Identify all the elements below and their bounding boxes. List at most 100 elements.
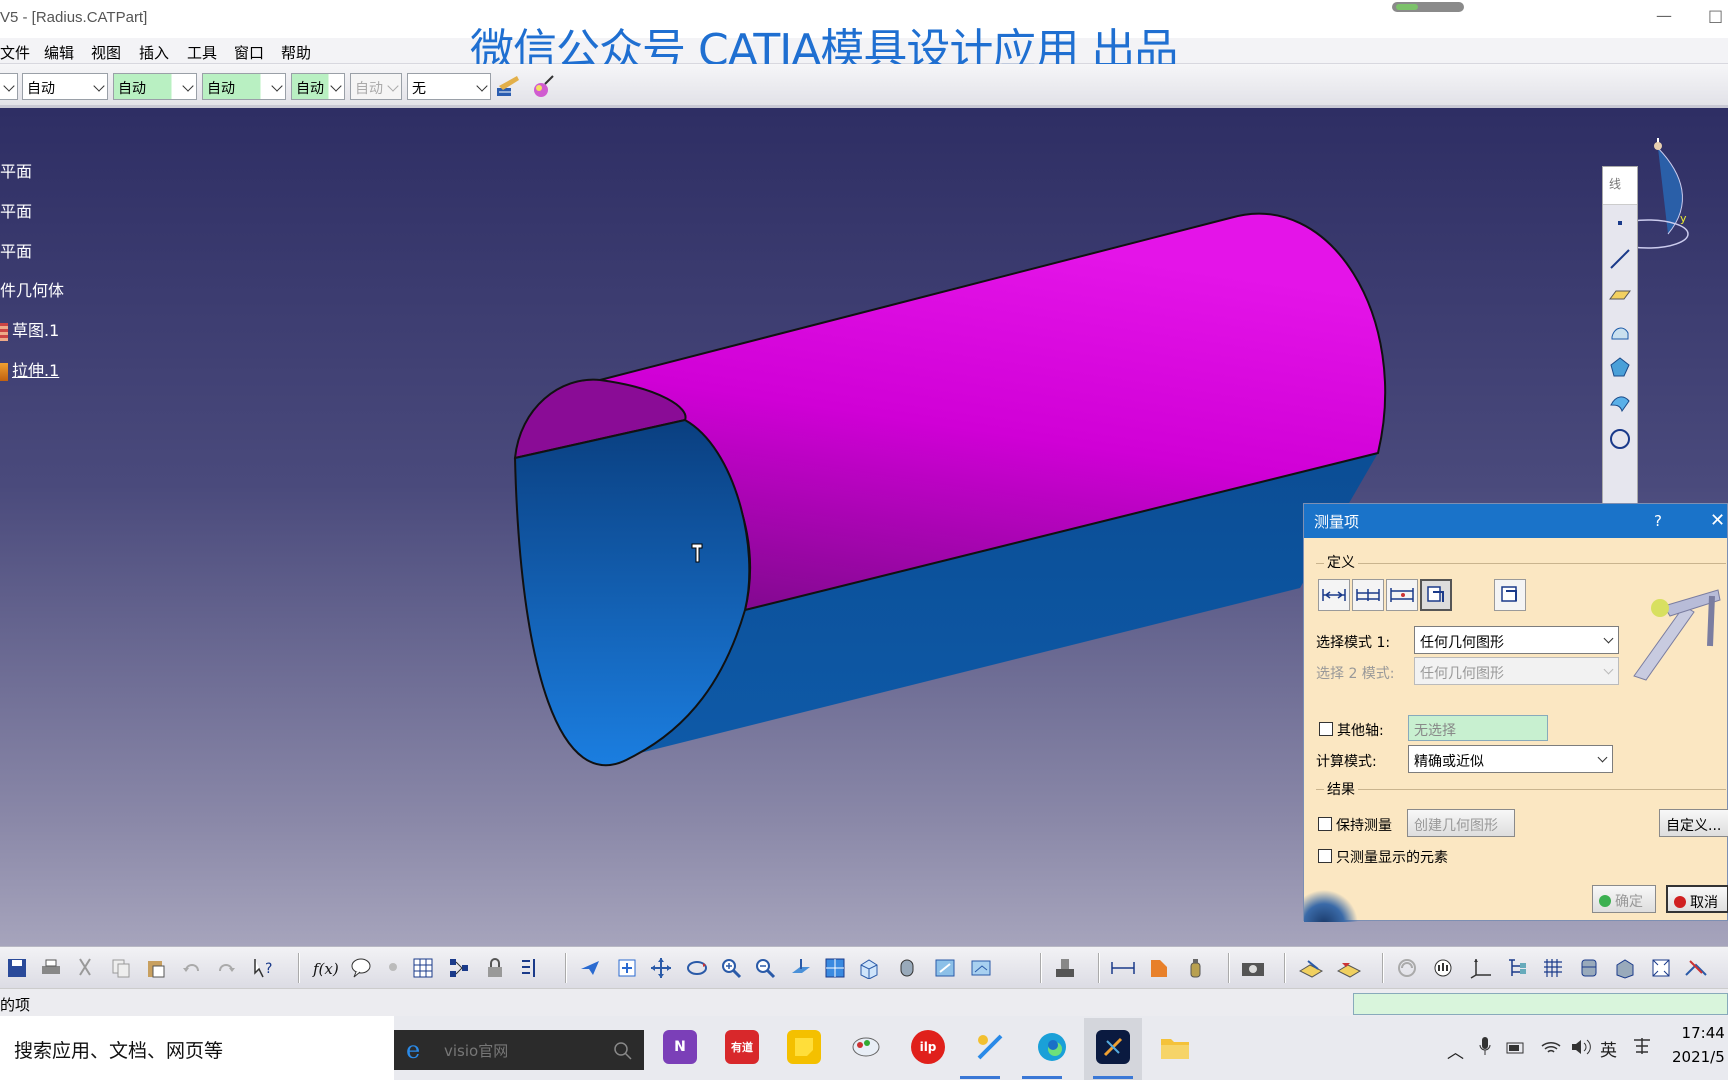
- stamp-icon[interactable]: [1052, 955, 1078, 981]
- zoom-out-icon[interactable]: [752, 955, 778, 981]
- sticky-notes-icon[interactable]: [787, 1030, 821, 1064]
- minimize-button[interactable]: —: [1656, 6, 1672, 25]
- combo-line-type[interactable]: 自动: [291, 73, 345, 100]
- input-method-icon[interactable]: [1632, 1036, 1652, 1056]
- system-clock[interactable]: 17:44 2021/5: [1672, 1024, 1725, 1066]
- paint-icon[interactable]: [849, 1030, 883, 1064]
- render-style-icon[interactable]: [894, 955, 920, 981]
- capture-icon[interactable]: [1240, 955, 1266, 981]
- other-axis-checkbox[interactable]: [1319, 722, 1333, 736]
- select-mode-1-dropdown[interactable]: 任何几何图形: [1414, 626, 1619, 654]
- menu-insert[interactable]: 插入: [139, 42, 169, 63]
- taskbar-search[interactable]: 搜索应用、文档、网页等: [0, 1016, 394, 1080]
- point-tool-icon[interactable]: [1603, 205, 1637, 241]
- whats-this-icon[interactable]: ?: [252, 955, 278, 981]
- measure-between-icon[interactable]: [1110, 955, 1136, 981]
- work-on-support-icon[interactable]: [1576, 955, 1602, 981]
- youdao-icon[interactable]: 有道: [725, 1030, 759, 1064]
- measure-thickness-button[interactable]: [1494, 579, 1526, 611]
- swap-space-icon[interactable]: [968, 955, 994, 981]
- fill-surface-icon[interactable]: [1603, 349, 1637, 385]
- iso-view-icon[interactable]: [856, 955, 882, 981]
- menu-edit[interactable]: 编辑: [44, 42, 74, 63]
- measure-inertia-icon[interactable]: [1182, 955, 1208, 981]
- combo-color[interactable]: 自动: [22, 73, 108, 100]
- combo-line-weight[interactable]: 自动: [202, 73, 286, 100]
- keep-measure-checkbox[interactable]: [1318, 817, 1332, 831]
- combo-partial[interactable]: [0, 73, 18, 100]
- sketcher-icon[interactable]: [1298, 955, 1324, 981]
- multi-view-icon[interactable]: [822, 955, 848, 981]
- relations-icon[interactable]: [446, 955, 472, 981]
- other-axis-field[interactable]: 无选择: [1408, 715, 1548, 741]
- snap-icon[interactable]: [1684, 955, 1710, 981]
- iqiyi-icon[interactable]: ilp: [911, 1030, 945, 1064]
- measure-between-button[interactable]: [1318, 579, 1350, 611]
- formula-icon[interactable]: f(x): [312, 955, 338, 981]
- graphic-properties-icon[interactable]: [531, 74, 557, 100]
- measure-fan-button[interactable]: [1386, 579, 1418, 611]
- zoom-in-icon[interactable]: [718, 955, 744, 981]
- onenote-icon[interactable]: N: [663, 1030, 697, 1064]
- normal-view-icon[interactable]: [788, 955, 814, 981]
- positioned-sketch-icon[interactable]: [1336, 955, 1362, 981]
- close-button[interactable]: ✕: [1710, 510, 1725, 531]
- combo-layer[interactable]: 无: [407, 73, 491, 100]
- menu-tools[interactable]: 工具: [187, 42, 217, 63]
- paste-icon[interactable]: [143, 955, 169, 981]
- command-input[interactable]: [1353, 993, 1728, 1015]
- print-icon[interactable]: [38, 955, 64, 981]
- microphone-icon[interactable]: [1478, 1036, 1492, 1058]
- copy-icon[interactable]: [108, 955, 134, 981]
- comment-icon[interactable]: [348, 955, 374, 981]
- rules-icon[interactable]: [518, 955, 544, 981]
- menu-window[interactable]: 窗口: [234, 42, 264, 63]
- measure-item-button[interactable]: [1420, 579, 1452, 611]
- menu-view[interactable]: 视图: [91, 42, 121, 63]
- file-explorer-icon[interactable]: [1158, 1030, 1192, 1064]
- cancel-button[interactable]: 取消: [1666, 885, 1728, 913]
- calc-mode-dropdown[interactable]: 精确或近似: [1408, 745, 1613, 773]
- fly-mode-icon[interactable]: [578, 955, 604, 981]
- tool-app-icon[interactable]: [973, 1030, 1007, 1064]
- painter-icon[interactable]: [495, 74, 521, 100]
- measure-item-icon[interactable]: [1146, 955, 1172, 981]
- offset-surface-icon[interactable]: [1603, 385, 1637, 421]
- grid-icon[interactable]: [1540, 955, 1566, 981]
- tray-expand-icon[interactable]: ︿: [1447, 1038, 1464, 1063]
- only-displayed-checkbox[interactable]: [1318, 849, 1332, 863]
- catia-icon[interactable]: [1096, 1030, 1130, 1064]
- maximize-button[interactable]: □: [1708, 6, 1723, 25]
- spec-tree-icon[interactable]: [1504, 955, 1530, 981]
- measure-chain-button[interactable]: [1352, 579, 1384, 611]
- hide-show-icon[interactable]: [932, 955, 958, 981]
- save-icon[interactable]: [4, 955, 30, 981]
- toolbar-grip[interactable]: 线: [1603, 167, 1637, 205]
- plane-tool-icon[interactable]: [1603, 277, 1637, 313]
- wifi-icon[interactable]: [1540, 1038, 1562, 1056]
- undo-icon[interactable]: [178, 955, 204, 981]
- volume-icon[interactable]: [1570, 1038, 1594, 1056]
- battery-icon[interactable]: [1506, 1040, 1526, 1056]
- ie-address-widget[interactable]: e visio官网: [394, 1030, 644, 1070]
- circle-tool-icon[interactable]: [1603, 421, 1637, 457]
- ime-indicator[interactable]: 英: [1600, 1036, 1617, 1061]
- customize-button[interactable]: 自定义...: [1659, 809, 1728, 837]
- axis-system-icon[interactable]: [1468, 955, 1494, 981]
- table-icon[interactable]: [410, 955, 436, 981]
- edge-icon[interactable]: [1035, 1030, 1069, 1064]
- knowledge-icon[interactable]: [380, 955, 406, 981]
- menu-help[interactable]: 帮助: [281, 42, 311, 63]
- pan-icon[interactable]: [648, 955, 674, 981]
- manipulate-icon[interactable]: [1430, 955, 1456, 981]
- fullscreen-icon[interactable]: [1648, 955, 1674, 981]
- update-icon[interactable]: [1394, 955, 1420, 981]
- menu-file[interactable]: 文件: [0, 42, 30, 63]
- cut-icon[interactable]: [72, 955, 98, 981]
- help-button[interactable]: ?: [1654, 512, 1662, 530]
- redo-icon[interactable]: [214, 955, 240, 981]
- extrude-surface-icon[interactable]: [1603, 313, 1637, 349]
- surface-icon[interactable]: [1612, 955, 1638, 981]
- combo-transparency[interactable]: 自动: [113, 73, 197, 100]
- fit-all-icon[interactable]: [614, 955, 640, 981]
